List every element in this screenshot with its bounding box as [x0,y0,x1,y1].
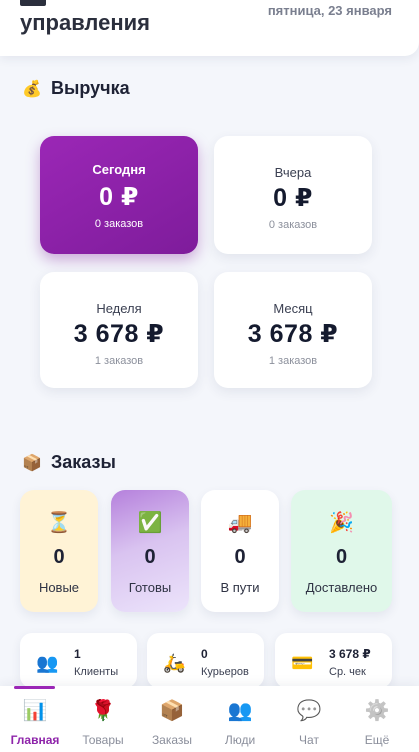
revenue-section-title: 💰 Выручка [22,78,130,99]
page-title: управления [20,10,151,35]
stat-value: 1 [74,647,81,661]
chat-bubble-icon: 💬 [296,700,322,722]
gear-icon: ⚙️ [364,700,390,722]
order-status-count: 0 [335,546,348,568]
revenue-card-orders: 1 заказов [94,355,144,367]
revenue-card-orders: 1 заказов [268,355,318,367]
money-bag-icon: 💰 [22,80,42,98]
revenue-card-month[interactable]: Месяц 3 678 ₽ 1 заказов [214,272,372,388]
stat-label: Ср. чек [329,666,366,678]
revenue-card-value: 3 678 ₽ [247,320,339,348]
nav-label: Чат [299,733,319,747]
nav-item-more[interactable]: ⚙️ Ещё [342,686,412,752]
nav-label: Люди [224,733,256,747]
orders-section-title: 📦 Заказы [22,452,116,473]
nav-item-chat[interactable]: 💬 Чат [274,686,344,752]
stat-label: Клиенты [74,666,119,678]
revenue-card-week[interactable]: Неделя 3 678 ₽ 1 заказов [40,272,198,388]
current-date: пятница, 23 января [267,3,392,18]
check-icon: ✅ [137,512,163,534]
people-icon: 👥 [36,653,59,673]
order-status-count: 0 [144,546,156,568]
stat-value: 3 678 ₽ [329,647,371,661]
chart-icon: 📊 [22,700,48,722]
revenue-card-yesterday[interactable]: Вчера 0 ₽ 0 заказов [214,136,372,254]
revenue-card-label: Вчера [274,165,312,180]
stat-label: Курьеров [201,666,249,678]
nav-item-people[interactable]: 👥 Люди [205,686,275,752]
order-status-in-transit[interactable]: 🚚 0 В пути [201,490,279,612]
order-status-delivered[interactable]: 🎉 0 Доставлено [291,490,392,612]
party-popper-icon: 🎉 [329,512,354,534]
nav-label: Заказы [151,733,193,747]
hourglass-icon: ⏳ [46,512,72,534]
header-icon [20,0,46,6]
nav-item-products[interactable]: 🌹 Товары [68,686,138,752]
nav-item-home[interactable]: 📊 Главная [0,686,70,752]
revenue-card-orders: 0 заказов [94,218,144,230]
package-icon: 📦 [159,700,185,722]
revenue-card-orders: 0 заказов [268,219,318,231]
order-status-count: 0 [53,546,65,568]
revenue-card-value: 3 678 ₽ [73,320,165,348]
order-status-label: Новые [38,580,80,595]
bottom-nav: 📊 Главная 🌹 Товары 📦 Заказы 👥 Люди 💬 Чат… [0,686,419,752]
people-icon: 👥 [227,700,253,722]
app-header: управления пятница, 23 января [0,0,419,56]
nav-label: Товары [82,733,124,747]
revenue-title: Выручка [51,78,130,98]
revenue-card-label: Сегодня [92,162,146,177]
package-icon: 📦 [22,454,42,472]
rose-icon: 🌹 [90,700,116,722]
order-status-label: Готовы [128,580,172,595]
nav-label: Ещё [364,733,390,747]
order-status-label: Доставлено [305,580,378,595]
revenue-card-value: 0 ₽ [273,184,313,212]
order-status-count: 0 [234,546,246,568]
order-status-new[interactable]: ⏳ 0 Новые [20,490,98,612]
stat-value: 0 [201,647,208,661]
nav-label: Главная [10,733,60,747]
order-status-ready[interactable]: ✅ 0 Готовы [111,490,189,612]
orders-title: Заказы [51,452,116,472]
order-status-label: В пути [220,580,260,595]
truck-icon: 🚚 [227,512,253,534]
revenue-card-label: Неделя [96,301,142,316]
revenue-card-today[interactable]: Сегодня 0 ₽ 0 заказов [40,136,198,254]
credit-card-icon: 💳 [291,653,314,673]
stat-clients[interactable]: 👥 1 Клиенты [20,633,137,688]
stat-couriers[interactable]: 🛵 0 Курьеров [147,633,264,688]
revenue-card-value: 0 ₽ [99,183,139,211]
stat-average-check[interactable]: 💳 3 678 ₽ Ср. чек [275,633,392,688]
revenue-card-label: Месяц [273,301,313,316]
nav-item-orders[interactable]: 📦 Заказы [137,686,207,752]
scooter-icon: 🛵 [163,653,186,673]
